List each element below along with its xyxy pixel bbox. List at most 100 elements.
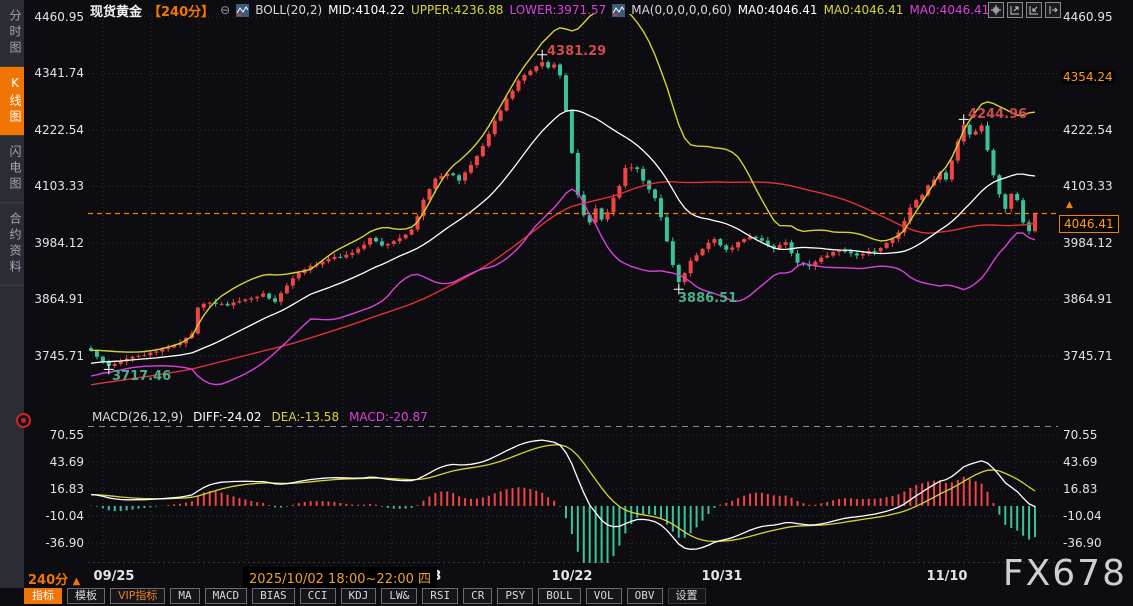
candlestick: [742, 239, 746, 242]
candlestick: [849, 251, 853, 253]
candlestick: [594, 208, 598, 222]
candlestick: [136, 356, 140, 357]
indicator-button-rsi[interactable]: RSI: [422, 588, 458, 604]
last-price-label: 4046.41: [1059, 215, 1119, 233]
candlestick: [338, 257, 342, 258]
candlestick: [522, 75, 526, 81]
date-tick: 09/25: [92, 569, 136, 584]
candlestick: [796, 253, 800, 262]
chart-tool-buttons: [988, 2, 1061, 18]
sidebar-item-flash[interactable]: 闪电图: [0, 136, 24, 203]
macd-pane: [91, 477, 1035, 573]
extreme-marker: [537, 50, 547, 60]
candlestick: [332, 257, 336, 259]
tab-templates[interactable]: 模板: [67, 588, 105, 604]
candlestick: [505, 99, 509, 111]
candlestick: [356, 249, 360, 253]
sidebar-item-timeline[interactable]: 分时图: [0, 0, 24, 67]
indicator-button-bias[interactable]: BIAS: [252, 588, 295, 604]
chart-canvas[interactable]: [0, 0, 1133, 606]
pan-tool-icon[interactable]: [1045, 2, 1061, 18]
candlestick: [368, 238, 372, 245]
indicator-button-vol[interactable]: VOL: [586, 588, 622, 604]
indicator-button-boll[interactable]: BOLL: [538, 588, 581, 604]
zoom-in-tool-icon[interactable]: [1007, 2, 1023, 18]
candlestick: [427, 189, 431, 200]
candlestick: [659, 198, 663, 217]
indicator-button-kdj[interactable]: KDJ: [341, 588, 377, 604]
minus-circle-icon[interactable]: ⊖: [220, 3, 230, 17]
candlestick: [392, 241, 396, 244]
period-selector[interactable]: 240分 ▲: [28, 569, 80, 588]
ma60-line: [91, 182, 1035, 385]
candlestick: [208, 302, 212, 303]
candlestick: [231, 302, 235, 305]
candlestick: [273, 298, 277, 301]
candlestick: [261, 293, 265, 296]
indicator-button-macd[interactable]: MACD: [205, 588, 248, 604]
candlestick: [629, 167, 633, 168]
sidebar: 分时图 K线图 闪电图 合约资料: [0, 0, 24, 588]
annotation-period-high: 4381.29: [547, 44, 606, 59]
settings-button[interactable]: 设置: [668, 588, 706, 604]
sidebar-item-contract-info[interactable]: 合约资料: [0, 203, 24, 286]
candlestick: [712, 239, 716, 243]
watermark: FX678: [1003, 553, 1127, 594]
candlestick: [1015, 194, 1019, 200]
tab-vip-indicators[interactable]: VIP指标: [110, 588, 165, 604]
symbol-name: 现货黄金: [90, 1, 142, 20]
indicator-button-obv[interactable]: OBV: [627, 588, 663, 604]
candlestick: [487, 134, 491, 146]
macd-tick-right: 16.83: [1063, 482, 1097, 496]
indicator-button-psy[interactable]: PSY: [497, 588, 533, 604]
sidebar-item-kline[interactable]: K线图: [0, 67, 24, 136]
candlestick: [879, 248, 883, 251]
candlestick: [410, 229, 414, 234]
candlestick: [398, 238, 402, 241]
live-indicator-icon: [16, 413, 31, 428]
trading-app-window: 分时图 K线图 闪电图 合约资料 现货黄金 【240分】 ⊖ BOLL(20,2…: [0, 0, 1133, 606]
candlestick: [790, 242, 794, 253]
ma-indicator-icon[interactable]: [612, 4, 625, 17]
candlestick: [249, 298, 253, 299]
macd-diff-line: [91, 440, 1035, 549]
chart-header-legend: 现货黄金 【240分】 ⊖ BOLL(20,2) MID:4104.22 UPP…: [90, 2, 989, 18]
price-tick-right: 3864.91: [1063, 292, 1113, 306]
tab-indicators[interactable]: 指标: [24, 588, 62, 604]
candlestick: [665, 217, 669, 241]
candlestick: [380, 241, 384, 245]
candlestick: [534, 66, 538, 71]
candlestick: [511, 91, 515, 99]
indicator-button-lw[interactable]: LW&: [381, 588, 417, 604]
candlestick: [196, 308, 200, 334]
candlestick: [540, 62, 544, 66]
period-badge: 【240分】: [148, 1, 214, 20]
candlestick: [297, 273, 301, 278]
crosshair-time-tooltip: 2025/10/02 18:00~22:00 四: [243, 567, 437, 588]
candlestick: [154, 352, 158, 353]
candlestick: [279, 293, 283, 302]
indicator-button-ma[interactable]: MA: [170, 588, 199, 604]
crosshair-tool-icon[interactable]: [988, 2, 1004, 18]
indicator-button-cci[interactable]: CCI: [300, 588, 336, 604]
candlestick: [760, 238, 764, 240]
zoom-out-tool-icon[interactable]: [1026, 2, 1042, 18]
candlestick: [968, 125, 972, 135]
indicator-button-cr[interactable]: CR: [463, 588, 492, 604]
ma-label: MA(0,0,0,0,0,60): [631, 3, 731, 17]
candlestick: [350, 253, 354, 255]
candlestick: [784, 242, 788, 245]
candlestick: [475, 156, 479, 165]
boll-indicator-icon[interactable]: [236, 4, 249, 17]
ma0-value-1: MA0:4046.41: [738, 3, 818, 17]
candlestick: [1003, 194, 1007, 208]
candlesticks: [89, 55, 1037, 370]
candlestick: [457, 175, 461, 180]
price-tick-right: 4103.33: [1063, 179, 1113, 193]
ma0-value-3: MA0:4046.41: [909, 3, 989, 17]
candlestick: [570, 111, 574, 153]
boll-lower-line: [91, 189, 1035, 384]
candlestick: [493, 121, 497, 134]
candlestick: [677, 265, 681, 282]
candlestick: [831, 252, 835, 256]
